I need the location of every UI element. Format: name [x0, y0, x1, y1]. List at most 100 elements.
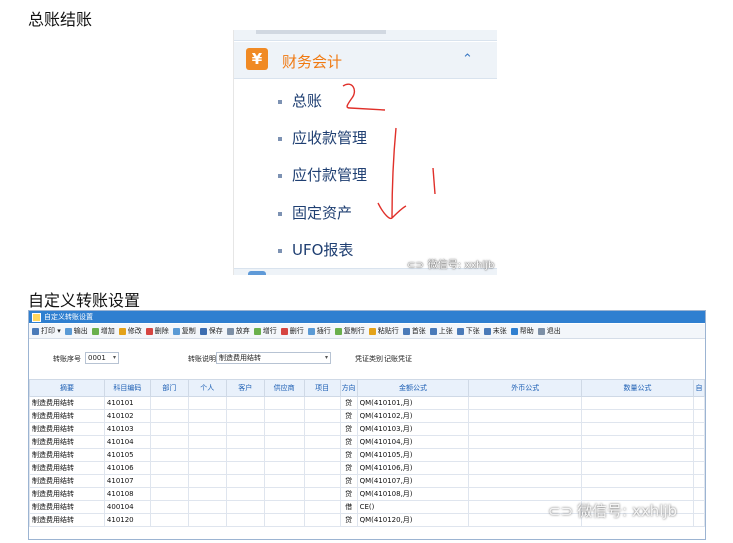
table-row[interactable]: 制造费用结转 410107 贷 QM(410107,月): [29, 474, 705, 488]
toolbar-button[interactable]: 末张: [483, 324, 507, 338]
toolbar-button[interactable]: 删除: [145, 324, 169, 338]
toolbar-button[interactable]: 上张: [429, 324, 453, 338]
table-cell[interactable]: 贷: [339, 435, 358, 449]
table-cell[interactable]: CE(): [356, 500, 470, 514]
toolbar-button[interactable]: 打印 ▾: [32, 324, 61, 338]
menu-item-general-ledger[interactable]: 总账: [278, 90, 322, 111]
table-cell[interactable]: 制造费用结转: [29, 396, 105, 410]
table-cell[interactable]: 410103: [103, 422, 151, 436]
table-cell[interactable]: 410120: [103, 513, 151, 527]
table-cell[interactable]: [468, 487, 583, 501]
table-cell[interactable]: [581, 422, 694, 436]
table-cell[interactable]: [149, 487, 189, 501]
table-cell[interactable]: [263, 500, 305, 514]
table-cell[interactable]: [468, 422, 583, 436]
table-cell[interactable]: [263, 513, 305, 527]
table-cell[interactable]: [303, 422, 341, 436]
toolbar-button[interactable]: 首张: [402, 324, 426, 338]
toolbar-button[interactable]: 复制: [172, 324, 196, 338]
table-cell[interactable]: 借: [339, 500, 358, 514]
table-row[interactable]: 制造费用结转 410108 贷 QM(410108,月): [29, 487, 705, 501]
table-cell[interactable]: [225, 409, 265, 423]
table-cell[interactable]: QM(410102,月): [356, 409, 470, 423]
table-cell[interactable]: [263, 474, 305, 488]
toolbar-button[interactable]: 退出: [537, 324, 561, 338]
table-cell[interactable]: [692, 448, 705, 462]
table-cell[interactable]: [225, 396, 265, 410]
table-row[interactable]: 制造费用结转 410102 贷 QM(410102,月): [29, 409, 705, 423]
toolbar-button[interactable]: 粘贴行: [368, 324, 399, 338]
table-cell[interactable]: 制造费用结转: [29, 487, 105, 501]
column-header[interactable]: 科目编码: [103, 379, 151, 397]
table-cell[interactable]: [303, 396, 341, 410]
table-cell[interactable]: [187, 474, 227, 488]
table-cell[interactable]: [187, 513, 227, 527]
table-cell[interactable]: [581, 487, 694, 501]
table-cell[interactable]: 制造费用结转: [29, 422, 105, 436]
table-cell[interactable]: QM(410101,月): [356, 396, 470, 410]
table-cell[interactable]: [149, 513, 189, 527]
seq-select[interactable]: 0001 ▾: [85, 352, 119, 364]
toolbar-button[interactable]: 帮助: [510, 324, 534, 338]
column-header[interactable]: 摘要: [29, 379, 105, 397]
column-header[interactable]: 项目: [303, 379, 341, 397]
table-cell[interactable]: [581, 409, 694, 423]
toolbar-button[interactable]: 删行: [280, 324, 304, 338]
table-cell[interactable]: [303, 513, 341, 527]
table-cell[interactable]: [468, 396, 583, 410]
table-cell[interactable]: [149, 448, 189, 462]
table-cell[interactable]: [581, 396, 694, 410]
table-cell[interactable]: 制造费用结转: [29, 435, 105, 449]
table-cell[interactable]: QM(410106,月): [356, 461, 470, 475]
table-row[interactable]: 制造费用结转 410104 贷 QM(410104,月): [29, 435, 705, 449]
table-cell[interactable]: QM(410107,月): [356, 474, 470, 488]
desc-select[interactable]: 制造费用结转 ▾: [216, 352, 331, 364]
table-cell[interactable]: 410105: [103, 448, 151, 462]
table-cell[interactable]: [225, 448, 265, 462]
table-cell[interactable]: 制造费用结转: [29, 500, 105, 514]
table-cell[interactable]: [468, 409, 583, 423]
column-header[interactable]: 数量公式: [581, 379, 694, 397]
table-cell[interactable]: QM(410120,月): [356, 513, 470, 527]
table-cell[interactable]: [149, 409, 189, 423]
table-cell[interactable]: [187, 500, 227, 514]
table-cell[interactable]: [692, 500, 705, 514]
table-cell[interactable]: [187, 396, 227, 410]
table-cell[interactable]: 400104: [103, 500, 151, 514]
table-cell[interactable]: [692, 474, 705, 488]
table-cell[interactable]: 410102: [103, 409, 151, 423]
table-cell[interactable]: [303, 461, 341, 475]
toolbar-button[interactable]: 输出: [64, 324, 88, 338]
menu-item-payables[interactable]: 应付款管理: [278, 164, 367, 185]
table-cell[interactable]: [692, 396, 705, 410]
table-cell[interactable]: [225, 461, 265, 475]
table-cell[interactable]: 410101: [103, 396, 151, 410]
table-cell[interactable]: [263, 448, 305, 462]
table-cell[interactable]: 410107: [103, 474, 151, 488]
toolbar-button[interactable]: 插行: [307, 324, 331, 338]
table-cell[interactable]: 410106: [103, 461, 151, 475]
column-header[interactable]: 自: [692, 379, 705, 397]
table-cell[interactable]: 制造费用结转: [29, 448, 105, 462]
table-cell[interactable]: [225, 500, 265, 514]
table-cell[interactable]: [149, 461, 189, 475]
table-cell[interactable]: [225, 422, 265, 436]
table-cell[interactable]: [263, 487, 305, 501]
column-header[interactable]: 个人: [187, 379, 227, 397]
table-cell[interactable]: [581, 474, 694, 488]
table-cell[interactable]: [225, 435, 265, 449]
table-cell[interactable]: 制造费用结转: [29, 409, 105, 423]
table-cell[interactable]: [468, 474, 583, 488]
toolbar-button[interactable]: 修改: [118, 324, 142, 338]
table-cell[interactable]: [187, 435, 227, 449]
table-cell[interactable]: [263, 461, 305, 475]
table-cell[interactable]: [468, 435, 583, 449]
column-header[interactable]: 金额公式: [356, 379, 470, 397]
table-cell[interactable]: [303, 448, 341, 462]
table-cell[interactable]: [225, 513, 265, 527]
column-header[interactable]: 方向: [339, 379, 358, 397]
table-cell[interactable]: [692, 513, 705, 527]
table-cell[interactable]: [149, 396, 189, 410]
table-cell[interactable]: QM(410105,月): [356, 448, 470, 462]
toolbar-button[interactable]: 增加: [91, 324, 115, 338]
